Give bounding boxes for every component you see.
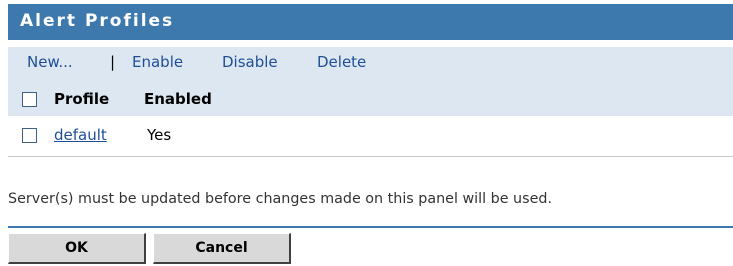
toolbar: New... | Enable Disable Delete	[8, 47, 733, 83]
select-all-checkbox[interactable]	[22, 92, 37, 107]
panel-header: Alert Profiles	[8, 4, 733, 40]
button-bar-divider	[8, 226, 733, 228]
column-header-profile: Profile	[54, 90, 110, 108]
ok-button[interactable]: OK	[8, 233, 146, 264]
toolbar-separator: |	[110, 53, 116, 71]
table-row: default Yes	[8, 116, 733, 157]
new-profile-link[interactable]: New...	[27, 53, 73, 71]
enable-link[interactable]: Enable	[132, 53, 183, 71]
row-select-checkbox[interactable]	[22, 128, 37, 143]
alert-profiles-page: Alert Profiles New... | Enable Disable D…	[0, 0, 733, 266]
table-header-row: Profile Enabled	[8, 83, 733, 116]
profile-name-link[interactable]: default	[54, 126, 107, 144]
delete-link[interactable]: Delete	[317, 53, 366, 71]
column-header-enabled: Enabled	[144, 90, 212, 108]
profile-enabled-value: Yes	[147, 126, 172, 144]
cancel-button[interactable]: Cancel	[153, 233, 291, 264]
disable-link[interactable]: Disable	[222, 53, 278, 71]
update-notice: Server(s) must be updated before changes…	[8, 191, 552, 207]
panel-title: Alert Profiles	[20, 11, 175, 31]
